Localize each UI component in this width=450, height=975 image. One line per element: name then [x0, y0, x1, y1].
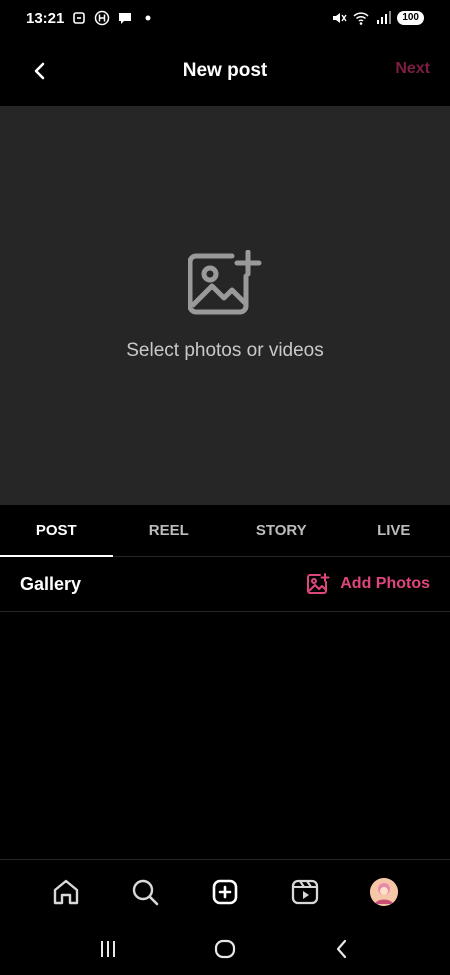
home-button-icon: [214, 939, 236, 959]
add-photo-small-icon: [307, 573, 330, 594]
app-header: New post Next: [0, 36, 450, 106]
home-button[interactable]: [210, 934, 240, 964]
search-icon: [133, 879, 159, 905]
signal-icon: [377, 11, 392, 24]
reels-icon: [291, 879, 318, 904]
back-icon: [336, 939, 346, 959]
back-button[interactable]: [327, 934, 357, 964]
home-icon: [53, 879, 78, 904]
page-title: New post: [182, 60, 268, 81]
nav-create[interactable]: [209, 876, 241, 908]
post-type-tabs: POST REEL STORY LIVE: [0, 505, 450, 557]
tab-reel-label: REEL: [148, 522, 189, 539]
chat-bubble-icon: [119, 13, 132, 24]
tab-post[interactable]: POST: [0, 505, 113, 557]
battery-indicator: 100: [397, 11, 424, 25]
gallery-dropdown[interactable]: Gallery: [20, 574, 81, 595]
dot-icon: [145, 15, 151, 21]
recent-apps-button[interactable]: [93, 934, 123, 964]
nav-reels[interactable]: [289, 876, 321, 908]
nav-search[interactable]: [129, 876, 161, 908]
tab-live[interactable]: LIVE: [338, 505, 450, 556]
tab-live-label: LIVE: [377, 522, 411, 539]
recent-apps-icon: [101, 941, 116, 957]
tab-post-label: POST: [35, 522, 77, 539]
status-bar: 13:21 100: [0, 0, 450, 36]
next-button[interactable]: Next: [395, 60, 430, 78]
status-left: 13:21: [26, 10, 156, 27]
wifi-icon: [353, 12, 369, 25]
screen-rotate-icon: [73, 12, 86, 24]
status-right: 100: [331, 10, 424, 26]
chevron-left-icon[interactable]: [28, 59, 52, 83]
system-navigation-bar: [0, 923, 450, 975]
status-time: 13:21: [26, 9, 65, 27]
mute-icon: [333, 13, 347, 23]
nav-home[interactable]: [50, 876, 82, 908]
tab-reel[interactable]: REEL: [113, 505, 226, 556]
h-badge-icon: [95, 10, 110, 26]
bottom-navigation: [0, 859, 450, 923]
tab-story-label: STORY: [255, 522, 307, 539]
add-photos-button[interactable]: Add Photos: [306, 573, 430, 595]
media-preview-area[interactable]: Select photos or videos: [0, 106, 450, 505]
nav-profile[interactable]: [368, 876, 400, 908]
add-photos-label: Add Photos: [340, 575, 430, 592]
gallery-row: Gallery Add Photos: [0, 557, 450, 612]
create-icon: [212, 879, 238, 904]
tab-story[interactable]: STORY: [225, 505, 338, 556]
add-photo-icon[interactable]: [188, 250, 262, 316]
select-media-prompt: Select photos or videos: [126, 340, 324, 361]
profile-avatar: [370, 877, 399, 906]
